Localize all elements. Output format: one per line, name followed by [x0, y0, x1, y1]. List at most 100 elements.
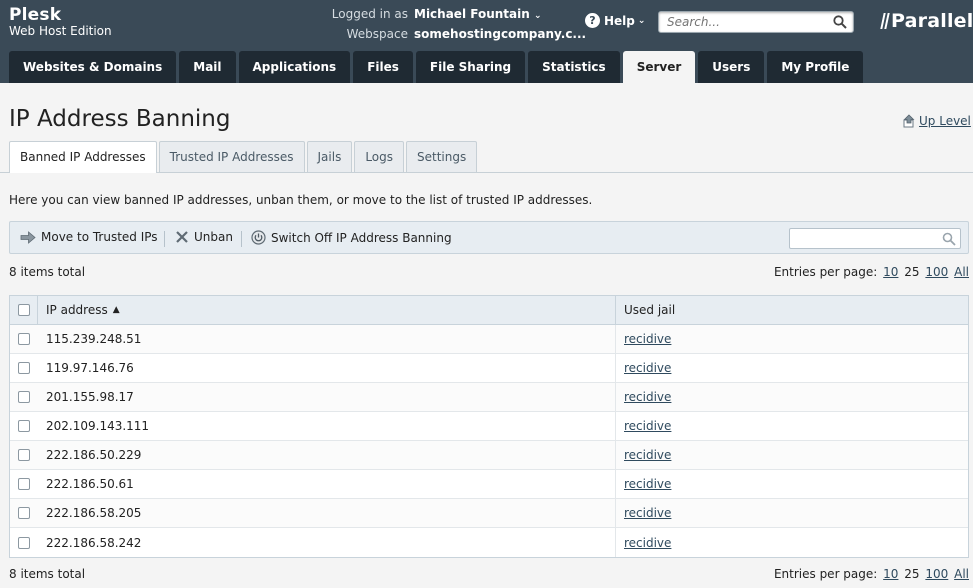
up-level-link[interactable]: Up Level — [903, 114, 971, 128]
ip-address: 222.186.50.61 — [46, 477, 134, 491]
webspace-selector[interactable]: somehostingcompany.c... — [414, 25, 586, 43]
list-toolbar: Move to Trusted IPs Unban Switch Off IP … — [9, 221, 969, 254]
logged-in-label: Logged in as — [331, 7, 408, 21]
page-size-100[interactable]: 100 — [925, 265, 948, 279]
table-row: 222.186.50.61 recidive — [10, 470, 968, 499]
search-icon[interactable] — [833, 15, 847, 29]
page-size-10[interactable]: 10 — [883, 567, 898, 581]
table-row: 115.239.248.51 recidive — [10, 325, 968, 354]
jail-link[interactable]: recidive — [624, 332, 671, 346]
page-description: Here you can view banned IP addresses, u… — [9, 193, 593, 207]
help-menu[interactable]: ? Help ⌄ — [585, 13, 645, 28]
global-search-input[interactable] — [659, 12, 825, 32]
tab-banned-ip-addresses[interactable]: Banned IP Addresses — [9, 141, 157, 173]
row-checkbox[interactable] — [17, 478, 30, 490]
tab-users[interactable]: Users — [698, 51, 765, 83]
power-icon — [251, 230, 266, 245]
tab-settings[interactable]: Settings — [406, 141, 478, 172]
main-navigation: Websites & Domains Mail Applications Fil… — [9, 51, 866, 83]
list-search-input[interactable] — [790, 229, 936, 248]
row-checkbox[interactable] — [17, 420, 30, 432]
brand-edition: Web Host Edition — [9, 24, 112, 38]
entries-per-page: Entries per page: 10 25 100 All — [774, 265, 969, 279]
row-checkbox[interactable] — [17, 333, 30, 345]
tab-websites-domains[interactable]: Websites & Domains — [9, 51, 177, 83]
table-row: 201.155.98.17 recidive — [10, 383, 968, 412]
tab-statistics[interactable]: Statistics — [528, 51, 620, 83]
page-size-100[interactable]: 100 — [925, 567, 948, 581]
sort-ascending-icon: ▲ — [112, 305, 120, 315]
column-used-jail: Used jail — [616, 296, 968, 324]
switch-off-banning-button[interactable]: Switch Off IP Address Banning — [251, 230, 452, 245]
table-row: 202.109.143.111 recidive — [10, 412, 968, 441]
webspace-label: Webspace — [346, 27, 408, 41]
table-row: 119.97.146.76 recidive — [10, 354, 968, 383]
tab-my-profile[interactable]: My Profile — [767, 51, 864, 83]
page-size-all[interactable]: All — [954, 567, 969, 581]
unban-button[interactable]: Unban — [175, 230, 233, 244]
tab-jails[interactable]: Jails — [306, 141, 353, 172]
ip-address: 222.186.58.242 — [46, 535, 142, 550]
arrow-right-icon — [20, 230, 36, 244]
table-row: 222.186.58.242 recidive — [10, 528, 968, 557]
parallels-bars-icon — [880, 13, 890, 29]
help-icon: ? — [585, 13, 600, 28]
column-jail-label: Used jail — [624, 303, 676, 317]
jail-link[interactable]: recidive — [624, 477, 671, 491]
table-row: 222.186.58.205 recidive — [10, 499, 968, 528]
switch-off-banning-label: Switch Off IP Address Banning — [271, 230, 452, 245]
entries-per-page-label: Entries per page: — [773, 567, 878, 581]
jail-link[interactable]: recidive — [624, 390, 671, 404]
list-search — [789, 228, 961, 249]
plesk-brand[interactable]: Plesk Web Host Edition — [9, 6, 112, 39]
jail-link[interactable]: recidive — [624, 536, 671, 550]
ip-address: 222.186.58.205 — [46, 506, 142, 520]
tab-file-sharing[interactable]: File Sharing — [415, 51, 526, 83]
tab-trusted-ip-addresses[interactable]: Trusted IP Addresses — [158, 141, 305, 172]
table-row: 222.186.50.229 recidive — [10, 441, 968, 470]
ip-address: 201.155.98.17 — [46, 390, 134, 404]
row-checkbox[interactable] — [17, 536, 30, 549]
jail-link[interactable]: recidive — [624, 448, 671, 462]
chevron-down-icon: ⌄ — [533, 11, 542, 21]
move-to-trusted-label: Move to Trusted IPs — [41, 230, 158, 244]
tab-mail[interactable]: Mail — [179, 51, 236, 83]
column-ip-address[interactable]: IP address ▲ — [38, 296, 616, 324]
tab-files[interactable]: Files — [353, 51, 413, 83]
entries-per-page-label: Entries per page: — [773, 265, 878, 279]
tab-logs[interactable]: Logs — [354, 141, 405, 172]
jail-link[interactable]: recidive — [624, 419, 671, 433]
toolbar-separator — [164, 231, 165, 247]
sub-tabs: Banned IP Addresses Trusted IP Addresses… — [9, 141, 479, 173]
user-name: Michael Fountain — [414, 7, 530, 21]
page-size-all[interactable]: All — [954, 265, 969, 279]
tab-server[interactable]: Server — [622, 51, 696, 83]
user-menu[interactable]: Michael Fountain ⌄ — [414, 5, 542, 25]
toolbar-separator — [241, 231, 242, 247]
global-search — [658, 11, 854, 33]
column-ip-label: IP address — [46, 303, 108, 317]
row-checkbox[interactable] — [17, 449, 30, 461]
logo-text: Parallels — [891, 10, 973, 32]
unban-x-icon — [176, 231, 188, 243]
ip-address: 119.97.146.76 — [46, 361, 134, 375]
parallels-logo: Parallels — [880, 10, 973, 32]
entries-per-page-bottom: Entries per page: 10 25 100 All — [774, 567, 969, 581]
brand-name: Plesk — [9, 5, 62, 25]
up-level-icon — [903, 114, 915, 128]
banned-ip-table: IP address ▲ Used jail 115.239.248.51 re… — [9, 295, 969, 558]
unban-label: Unban — [194, 230, 233, 244]
row-checkbox[interactable] — [17, 391, 30, 403]
row-checkbox[interactable] — [17, 362, 30, 374]
jail-link[interactable]: recidive — [624, 361, 671, 375]
login-info: Logged in as Michael Fountain ⌄ Webspace… — [300, 5, 586, 43]
move-to-trusted-button[interactable]: Move to Trusted IPs — [20, 230, 158, 244]
select-all-checkbox[interactable] — [17, 304, 30, 316]
chevron-down-icon: ⌄ — [637, 15, 646, 26]
jail-link[interactable]: recidive — [624, 506, 671, 520]
row-checkbox[interactable] — [17, 507, 30, 519]
tab-applications[interactable]: Applications — [238, 51, 351, 83]
table-header: IP address ▲ Used jail — [10, 296, 968, 325]
page-size-10[interactable]: 10 — [883, 265, 898, 279]
search-icon[interactable] — [942, 232, 956, 246]
